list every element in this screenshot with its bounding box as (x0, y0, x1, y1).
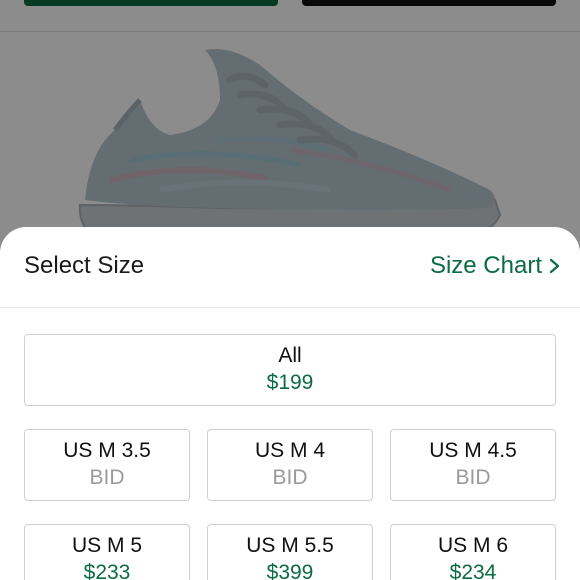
size-price: $199 (266, 371, 314, 394)
size-price: BID (455, 466, 491, 489)
size-bottom-sheet: Select Size Size Chart All $199 US M 3.5… (0, 227, 580, 580)
size-price: BID (272, 466, 308, 489)
size-label: US M 6 (437, 534, 508, 557)
size-price: $399 (266, 561, 314, 580)
sheet-header: Select Size Size Chart (0, 227, 580, 308)
sheet-title: Select Size (24, 252, 145, 279)
size-option-us-m-3-5[interactable]: US M 3.5 BID (24, 429, 190, 501)
size-selector-screen: Select Size Size Chart All $199 US M 3.5… (0, 0, 580, 580)
size-option-us-m-4-5[interactable]: US M 4.5 BID (390, 429, 556, 501)
size-option-us-m-5-5[interactable]: US M 5.5 $399 (207, 524, 373, 580)
chevron-right-icon (549, 258, 560, 274)
size-price: $233 (83, 561, 131, 580)
size-label: US M 4.5 (429, 439, 517, 462)
size-label: US M 3.5 (63, 439, 151, 462)
size-label: US M 5.5 (246, 534, 334, 557)
size-option-us-m-6[interactable]: US M 6 $234 (390, 524, 556, 580)
size-label: US M 5 (71, 534, 142, 557)
size-label: All (278, 344, 302, 367)
size-option-all[interactable]: All $199 (24, 334, 556, 406)
size-price: $234 (449, 561, 497, 580)
size-price: BID (89, 466, 125, 489)
size-chart-link[interactable]: Size Chart (430, 252, 562, 280)
size-chart-label: Size Chart (429, 252, 542, 279)
size-option-us-m-5[interactable]: US M 5 $233 (24, 524, 190, 580)
size-label: US M 4 (254, 439, 325, 462)
size-option-us-m-4[interactable]: US M 4 BID (207, 429, 373, 501)
